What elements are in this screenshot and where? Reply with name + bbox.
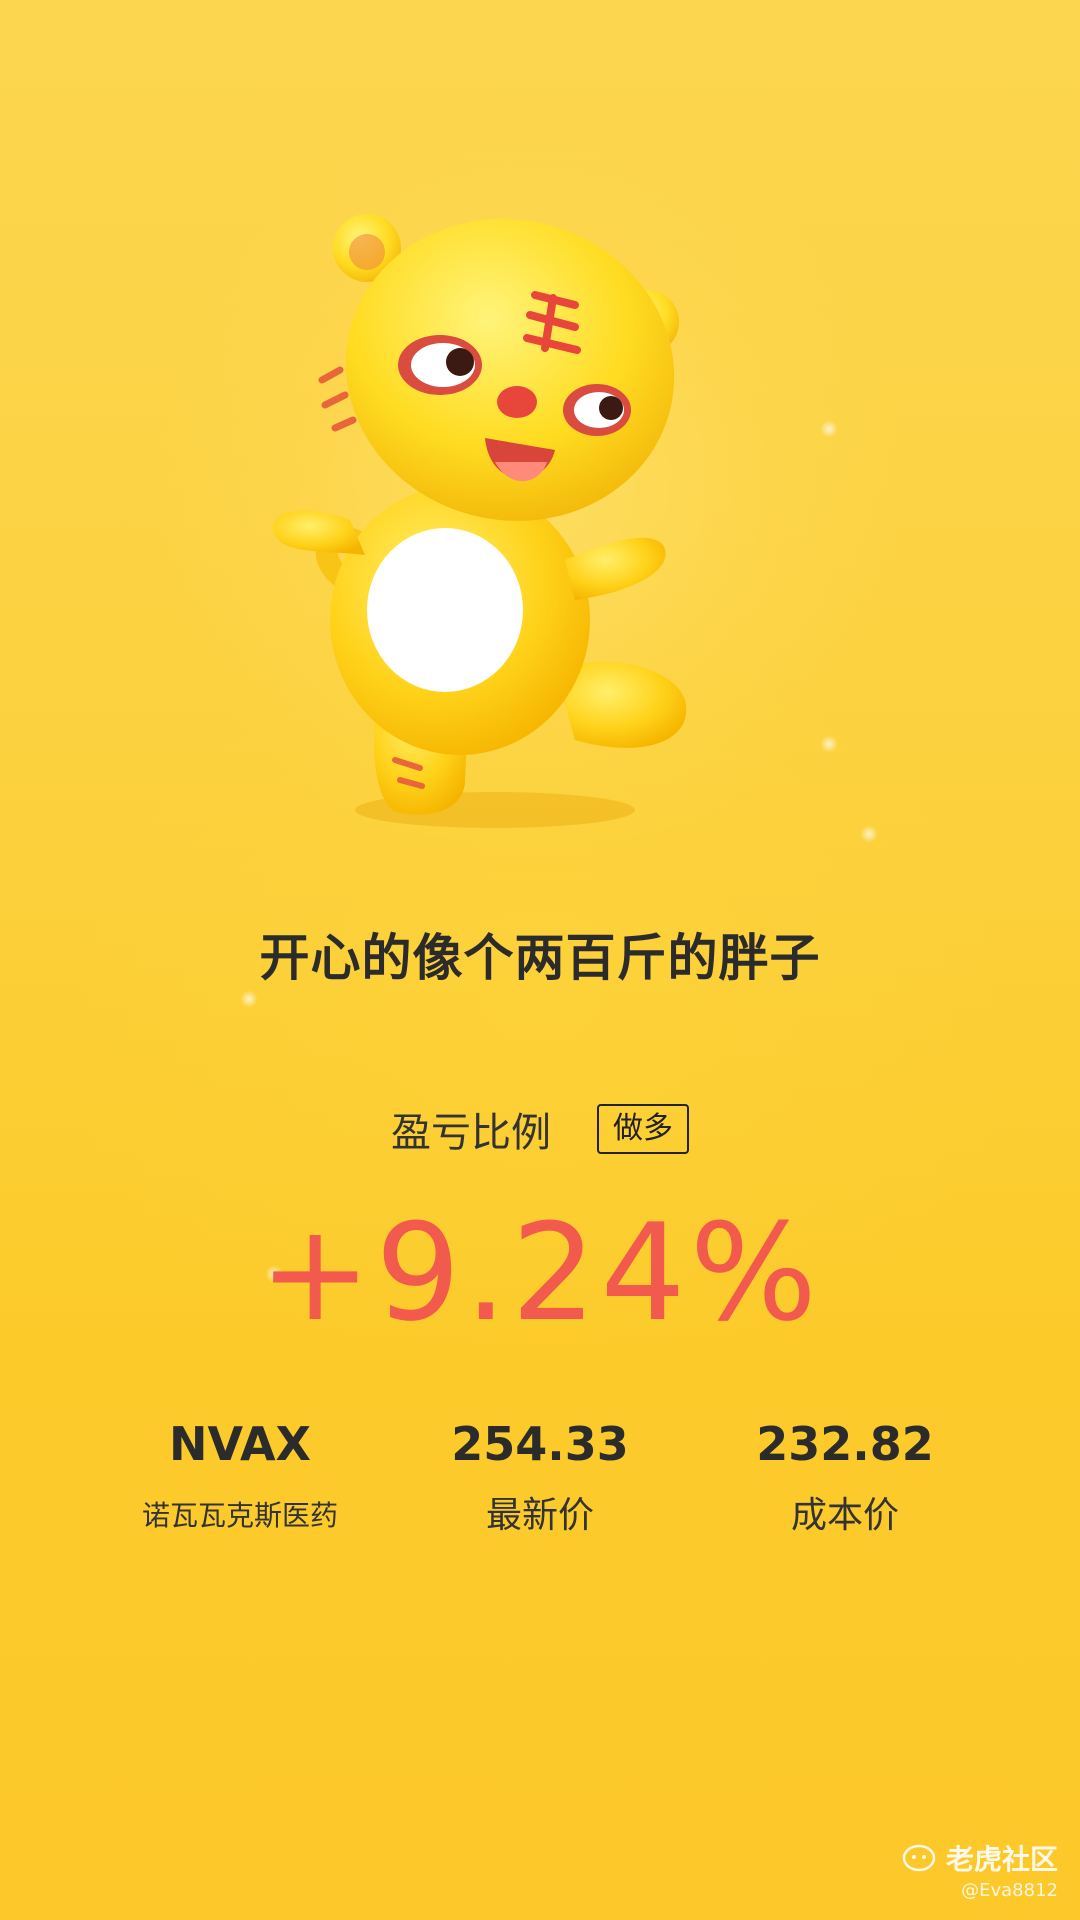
latest-price-label: 最新价 bbox=[485, 1495, 594, 1536]
brand-name: 老虎社区 bbox=[945, 1843, 1058, 1876]
tiger-logo-icon bbox=[902, 1844, 936, 1872]
user-handle: @Eva8812 bbox=[961, 1880, 1058, 1901]
stock-info: NVAX 诺瓦瓦克斯医药 bbox=[80, 1416, 400, 1538]
sparkle bbox=[240, 990, 258, 1008]
latest-price-info: 254.33 最新价 bbox=[380, 1416, 700, 1538]
sparkle bbox=[820, 420, 838, 438]
latest-price-value: 254.33 bbox=[451, 1417, 629, 1471]
profit-ratio-value: +9.24% bbox=[259, 1195, 821, 1351]
cost-price-info: 232.82 成本价 bbox=[685, 1416, 1005, 1538]
tiger-mascot-image bbox=[273, 214, 687, 828]
stock-ticker: NVAX bbox=[168, 1417, 312, 1471]
cost-price-label: 成本价 bbox=[790, 1495, 899, 1536]
sparkle bbox=[860, 825, 878, 843]
brand-watermark: 老虎社区 bbox=[902, 1838, 1058, 1878]
mood-headline: 开心的像个两百斤的胖子 bbox=[259, 929, 821, 987]
sparkle bbox=[820, 735, 838, 753]
profit-ratio-label: 盈亏比例 bbox=[391, 1110, 551, 1156]
position-type-badge: 做多 bbox=[597, 1104, 689, 1154]
profit-ratio-row: 盈亏比例 做多 bbox=[0, 1100, 1080, 1158]
cost-price-value: 232.82 bbox=[756, 1417, 934, 1471]
stock-name: 诺瓦瓦克斯医药 bbox=[141, 1499, 338, 1532]
